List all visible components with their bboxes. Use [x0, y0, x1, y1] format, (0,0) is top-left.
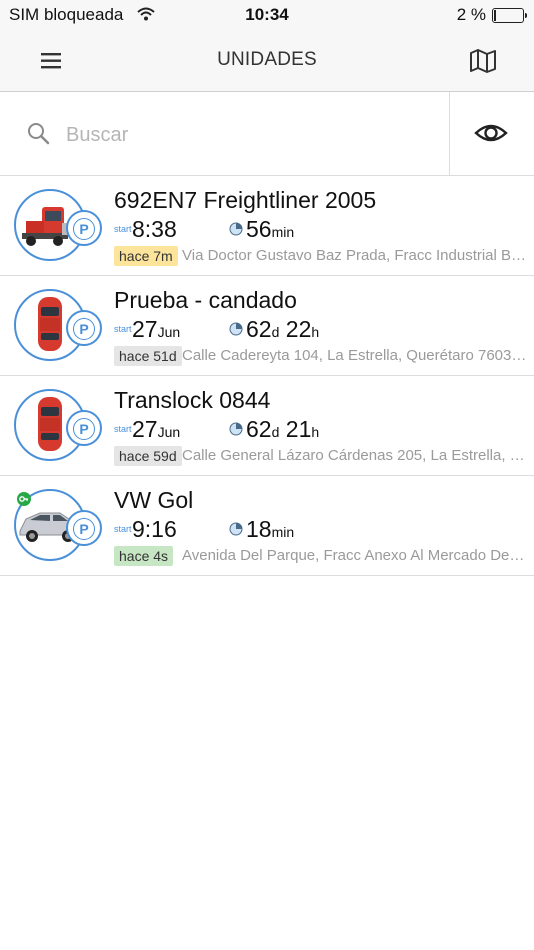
units-list: P 692EN7 Freightliner 2005 start 8:38 56…	[0, 176, 534, 576]
parking-icon: P	[66, 310, 102, 346]
parking-icon: P	[66, 510, 102, 546]
search-icon	[27, 122, 51, 151]
search-bar	[0, 92, 534, 176]
duration: 18min	[246, 516, 295, 542]
last-update-badge: hace 4s	[114, 546, 174, 566]
address: Via Doctor Gustavo Baz Prada, Fracc Indu…	[182, 247, 528, 264]
key-icon	[17, 492, 31, 506]
parking-icon: P	[66, 210, 102, 246]
last-update-badge: hace 51d	[114, 346, 182, 366]
last-update-badge: hace 7m	[114, 246, 178, 266]
start-date: 27Jun	[132, 416, 181, 442]
list-item[interactable]: P 692EN7 Freightliner 2005 start 8:38 56…	[0, 176, 534, 276]
battery-icon	[492, 8, 527, 23]
eye-icon	[474, 124, 508, 142]
address: Avenida Del Parque, Fracc Anexo Al Merca…	[182, 547, 525, 564]
duration: 62d 22h	[246, 316, 320, 342]
duration-clock-icon	[229, 522, 243, 541]
unit-name: Prueba - candado	[114, 287, 297, 313]
page-title: UNIDADES	[217, 49, 317, 70]
duration-clock-icon	[229, 422, 243, 441]
last-update-badge: hace 59d	[114, 446, 182, 466]
list-item[interactable]: P Translock 0844 start 27Jun 62d 21h hac…	[0, 376, 534, 476]
list-item[interactable]: P Prueba - candado start 27Jun 62d 22h h…	[0, 276, 534, 376]
start-date: 27Jun	[132, 316, 181, 342]
search-input[interactable]	[64, 116, 428, 154]
address: Calle General Lázaro Cárdenas 205, La Es…	[182, 447, 525, 464]
duration: 56min	[246, 216, 295, 242]
battery-percentage: 2 %	[456, 5, 486, 24]
map-view-button[interactable]	[468, 48, 498, 74]
duration-clock-icon	[229, 322, 243, 341]
duration-clock-icon	[229, 222, 243, 241]
start-time: 9:16	[132, 516, 177, 542]
start-label: start	[114, 524, 132, 534]
start-label: start	[114, 324, 132, 334]
start-time: 8:38	[132, 216, 177, 242]
unit-name: Translock 0844	[114, 387, 271, 413]
search-divider	[449, 92, 450, 175]
duration: 62d 21h	[246, 416, 320, 442]
start-label: start	[114, 224, 132, 234]
status-bar: SIM bloqueada 10:34 2 %	[0, 0, 534, 30]
list-item[interactable]: P VW Gol start 9:16 18min hace 4s Avenid…	[0, 476, 534, 576]
parking-icon: P	[66, 410, 102, 446]
unit-name: 692EN7 Freightliner 2005	[114, 187, 377, 213]
start-label: start	[114, 424, 132, 434]
address: Calle Cadereyta 104, La Estrella, Querét…	[182, 347, 528, 364]
visibility-toggle-button[interactable]	[474, 119, 508, 147]
clock: 10:34	[245, 5, 289, 24]
navigation-bar: UNIDADES	[0, 30, 534, 92]
folded-map-icon	[470, 49, 496, 73]
unit-name: VW Gol	[114, 487, 194, 513]
